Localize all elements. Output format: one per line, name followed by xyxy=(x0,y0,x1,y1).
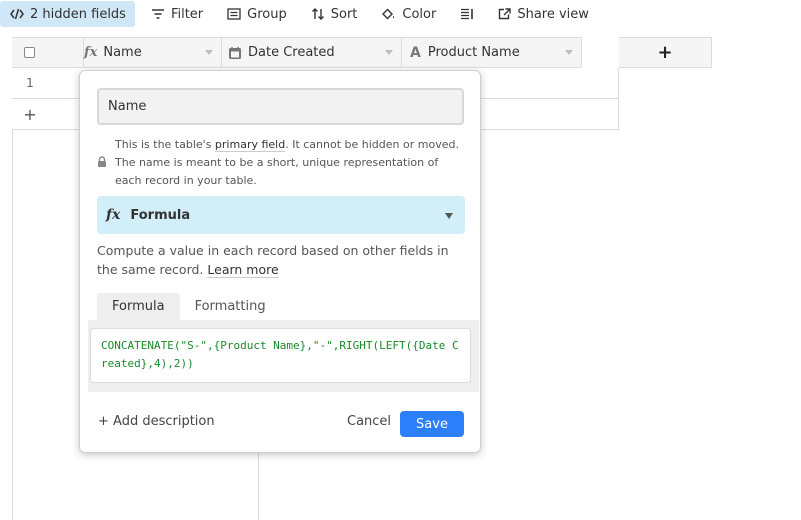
view-toolbar: 2 hidden fields Filter Group Sort Color … xyxy=(0,0,801,28)
add-description-button[interactable]: + Add description xyxy=(98,414,215,429)
add-column-label: + xyxy=(657,42,673,63)
save-label: Save xyxy=(416,416,448,432)
column-header-product-name[interactable]: A Product Name xyxy=(402,38,582,67)
field-type-description: Compute a value in each record based on … xyxy=(97,241,467,279)
note-text-primary-field: primary field xyxy=(214,138,286,152)
row-height-button[interactable] xyxy=(452,1,482,27)
calendar-icon xyxy=(229,46,241,59)
primary-field-note-text: This is the table's primary field. It ca… xyxy=(115,136,467,190)
add-row-icon: + xyxy=(23,104,37,124)
learn-more-link[interactable]: Learn more xyxy=(207,262,279,278)
tab-formatting[interactable]: Formatting xyxy=(180,293,281,320)
filter-icon xyxy=(151,9,164,19)
formula-input[interactable]: CONCATENATE("S-",{Product Name},"-",RIGH… xyxy=(90,328,471,383)
editor-tabs: Formula Formatting xyxy=(97,293,281,320)
row-height-icon xyxy=(461,8,474,20)
column-name-label: Name xyxy=(103,45,142,60)
field-name-input[interactable] xyxy=(97,88,464,125)
group-icon xyxy=(227,8,241,20)
row-number: 1 xyxy=(26,76,34,90)
chevron-down-icon xyxy=(565,50,573,55)
share-view-label: Share view xyxy=(517,6,589,22)
note-text-pre: This is the table's xyxy=(115,138,215,151)
save-button[interactable]: Save xyxy=(400,411,464,437)
filter-label: Filter xyxy=(170,6,204,22)
chevron-down-icon xyxy=(445,213,453,219)
formula-icon: fx xyxy=(106,207,121,223)
tab-formula[interactable]: Formula xyxy=(97,293,180,320)
column-product-name-label: Product Name xyxy=(427,45,520,60)
grid-header: fx Name Date Created A Product Name xyxy=(12,37,582,68)
primary-field-note: This is the table's primary field. It ca… xyxy=(97,136,467,190)
paint-bucket-icon xyxy=(382,8,395,19)
color-label: Color xyxy=(402,6,437,22)
sort-label: Sort xyxy=(330,6,358,22)
column-header-name[interactable]: fx Name xyxy=(48,38,222,67)
field-type-label: Formula xyxy=(130,207,191,223)
select-all-checkbox[interactable] xyxy=(23,47,35,58)
group-button[interactable]: Group xyxy=(219,1,295,27)
hide-fields-icon xyxy=(10,8,24,20)
sort-icon xyxy=(311,8,324,20)
chevron-down-icon xyxy=(385,50,393,55)
hidden-fields-label: 2 hidden fields xyxy=(30,6,126,22)
share-icon xyxy=(499,8,512,20)
filter-button[interactable]: Filter xyxy=(143,1,211,27)
formula-icon: fx xyxy=(84,45,98,60)
cancel-button[interactable]: Cancel xyxy=(347,414,391,429)
lock-icon xyxy=(97,136,115,190)
group-label: Group xyxy=(247,6,287,22)
formula-panel: CONCATENATE("S-",{Product Name},"-",RIGH… xyxy=(88,320,479,392)
chevron-down-icon xyxy=(205,50,213,55)
sort-button[interactable]: Sort xyxy=(303,1,366,27)
text-field-icon: A xyxy=(410,44,421,61)
color-button[interactable]: Color xyxy=(373,1,444,27)
field-editor-popup: This is the table's primary field. It ca… xyxy=(79,70,481,453)
hidden-fields-button[interactable]: 2 hidden fields xyxy=(0,1,135,27)
field-type-select[interactable]: fx Formula xyxy=(97,196,465,234)
column-date-created-label: Date Created xyxy=(248,45,335,60)
column-header-date-created[interactable]: Date Created xyxy=(222,38,402,67)
add-column-button[interactable]: + xyxy=(619,37,712,68)
share-view-button[interactable]: Share view xyxy=(490,1,597,27)
